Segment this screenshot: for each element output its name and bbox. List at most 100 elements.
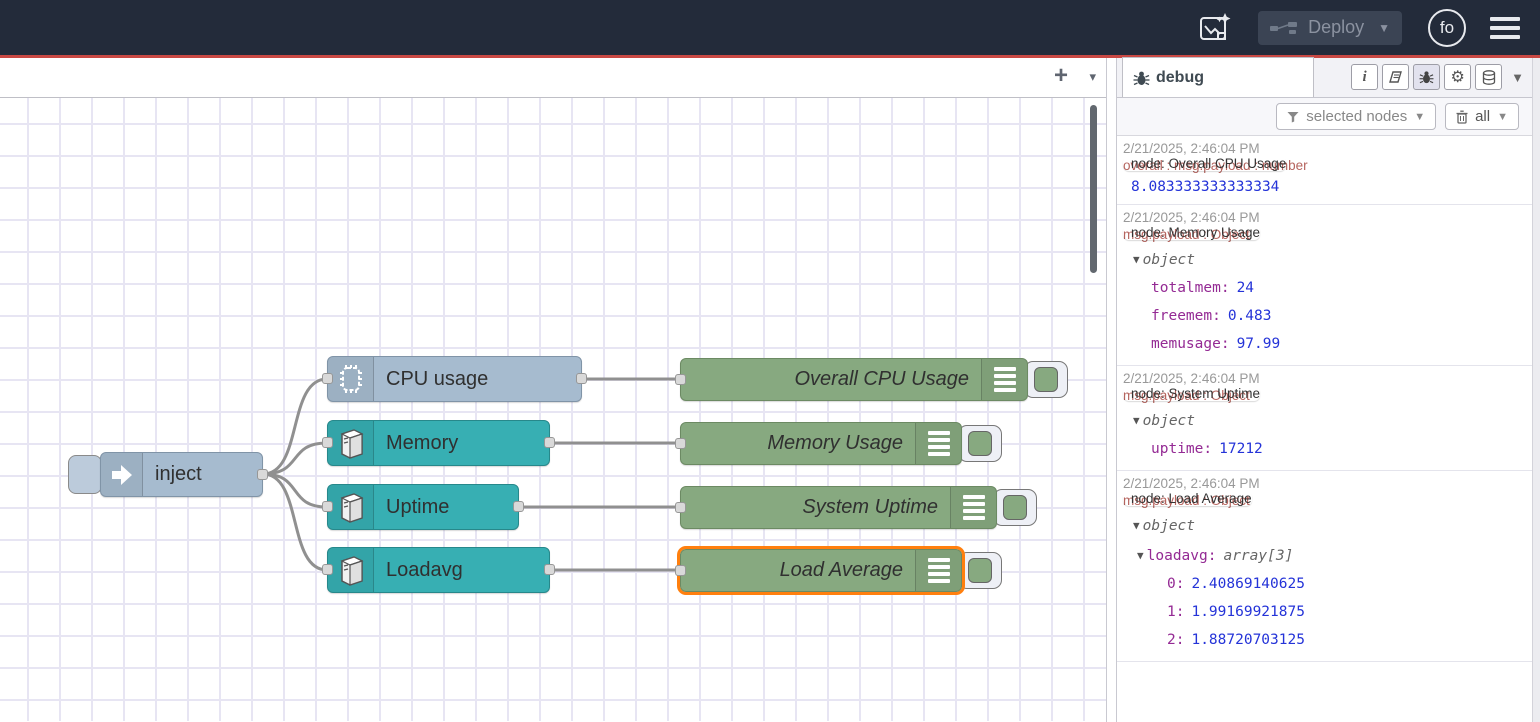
bug-icon [1419, 70, 1434, 84]
input-port[interactable] [322, 373, 333, 384]
chevron-down-icon: ▼ [1497, 111, 1508, 123]
debug-message[interactable]: 2/21/2025, 2:46:04 PM node: Load Average… [1117, 471, 1532, 662]
node-label: Memory [374, 432, 470, 455]
payload-key: totalmem [1151, 280, 1230, 296]
payload-number: 17212 [1212, 441, 1263, 457]
input-port[interactable] [675, 374, 686, 385]
clear-messages-dropdown[interactable]: all ▼ [1445, 103, 1519, 130]
trash-icon [1456, 110, 1468, 124]
tab-debug[interactable]: debug [1122, 57, 1314, 97]
collapse-icon[interactable]: ▼ [1137, 549, 1147, 562]
sidebar-tab-bar: debug i [1117, 58, 1532, 98]
debug-message[interactable]: 2/21/2025, 2:46:04 PM node: Memory Usage… [1117, 205, 1532, 366]
output-port[interactable] [576, 373, 587, 384]
output-port[interactable] [544, 437, 555, 448]
sidebar-resize-handle[interactable] [1106, 58, 1117, 722]
user-avatar[interactable]: fo [1428, 9, 1466, 47]
filter-dropdown-label: selected nodes [1306, 108, 1407, 125]
payload-key: memusage [1151, 336, 1230, 352]
flow-canvas[interactable]: inject CPU usage [0, 98, 1106, 721]
object-type-label: object [1143, 518, 1195, 534]
clear-dropdown-label: all [1475, 108, 1490, 125]
help-tab-button[interactable] [1382, 64, 1409, 90]
node-label: Overall CPU Usage [782, 368, 981, 391]
node-memory[interactable]: Memory [327, 420, 550, 466]
context-data-tab-button[interactable] [1475, 64, 1502, 90]
main-menu-icon[interactable] [1490, 17, 1520, 39]
input-port[interactable] [322, 437, 333, 448]
array-index: 2 [1167, 632, 1184, 648]
node-debug-overall-cpu[interactable]: Overall CPU Usage [680, 358, 1028, 401]
debug-toggle-button[interactable] [958, 552, 1002, 589]
payload-number: 1.88720703125 [1184, 632, 1305, 648]
node-debug-load-average[interactable]: Load Average [680, 549, 962, 592]
inject-trigger-button[interactable] [68, 455, 102, 494]
wire-inject-uptime[interactable] [263, 474, 327, 507]
node-cpu-usage[interactable]: CPU usage [327, 356, 582, 402]
message-timestamp: 2/21/2025, 2:46:04 PM [1123, 476, 1260, 491]
input-port[interactable] [675, 502, 686, 513]
wire-inject-memory[interactable] [263, 443, 327, 474]
message-timestamp: 2/21/2025, 2:46:04 PM [1123, 371, 1260, 386]
debug-message-list[interactable]: 2/21/2025, 2:46:04 PM node: Overall CPU … [1117, 136, 1532, 722]
input-port[interactable] [675, 565, 686, 576]
object-type-label: object [1143, 413, 1195, 429]
debug-toggle-button[interactable] [958, 425, 1002, 462]
debug-toggle-button[interactable] [1024, 361, 1068, 398]
computer-tower-icon [328, 485, 374, 529]
node-inject[interactable]: inject [100, 452, 263, 497]
sidebar-scrollbar-track[interactable] [1532, 58, 1540, 722]
deploy-chevron-icon[interactable]: ▼ [1374, 21, 1390, 35]
chevron-down-icon: ▼ [1414, 111, 1425, 123]
payload-key: freemem [1151, 308, 1221, 324]
filter-dropdown[interactable]: selected nodes ▼ [1276, 103, 1436, 130]
node-label: CPU usage [374, 368, 500, 391]
collapse-icon[interactable]: ▼ [1133, 414, 1143, 427]
output-port[interactable] [544, 564, 555, 575]
add-flow-button[interactable]: + [1054, 62, 1068, 90]
computer-tower-icon [328, 548, 374, 592]
object-type-label: object [1143, 252, 1195, 268]
flow-list-button[interactable]: ▾ [1089, 69, 1096, 85]
payload-number: 0.483 [1221, 308, 1272, 324]
node-label: Loadavg [374, 559, 475, 582]
node-loadavg[interactable]: Loadavg [327, 547, 550, 593]
sidebar-more-tabs-button[interactable]: ▼ [1511, 70, 1524, 85]
info-tab-button[interactable]: i [1351, 64, 1378, 90]
debug-toggle-button[interactable] [993, 489, 1037, 526]
config-nodes-tab-button[interactable]: ⚙ [1444, 64, 1471, 90]
wires-layer [0, 98, 1106, 721]
message-node-name: node: System Uptime [1123, 386, 1260, 401]
flow-assistant-icon[interactable] [1194, 10, 1234, 46]
input-port[interactable] [322, 564, 333, 575]
message-timestamp: 2/21/2025, 2:46:04 PM [1123, 210, 1260, 225]
node-debug-system-uptime[interactable]: System Uptime [680, 486, 997, 529]
payload-number: 8.083333333333334 [1131, 179, 1279, 195]
payload-number: 24 [1230, 280, 1254, 296]
node-debug-memory-usage[interactable]: Memory Usage [680, 422, 962, 465]
node-uptime[interactable]: Uptime [327, 484, 519, 530]
array-type-label: array[3] [1216, 548, 1293, 564]
payload-key: uptime [1151, 441, 1212, 457]
node-label: System Uptime [790, 496, 950, 519]
workspace: + ▾ [0, 58, 1106, 722]
inject-icon [101, 453, 143, 496]
debug-message[interactable]: 2/21/2025, 2:46:04 PM node: System Uptim… [1117, 366, 1532, 471]
debug-message[interactable]: 2/21/2025, 2:46:04 PM node: Overall CPU … [1117, 136, 1532, 205]
collapse-icon[interactable]: ▼ [1133, 519, 1143, 532]
debug-list-icon [950, 487, 996, 528]
database-icon [1482, 70, 1496, 85]
node-label: Uptime [374, 496, 461, 519]
output-port[interactable] [513, 501, 524, 512]
canvas-vertical-scrollbar[interactable] [1090, 105, 1097, 273]
collapse-icon[interactable]: ▼ [1133, 253, 1143, 266]
inject-output-port[interactable] [257, 469, 268, 480]
debug-tab-button[interactable] [1413, 64, 1440, 90]
bug-icon [1133, 70, 1150, 86]
deploy-button[interactable]: Deploy ▼ [1258, 11, 1402, 45]
debug-list-icon [915, 423, 961, 464]
input-port[interactable] [322, 501, 333, 512]
input-port[interactable] [675, 438, 686, 449]
debug-list-icon [915, 550, 961, 591]
node-label: inject [143, 463, 214, 486]
